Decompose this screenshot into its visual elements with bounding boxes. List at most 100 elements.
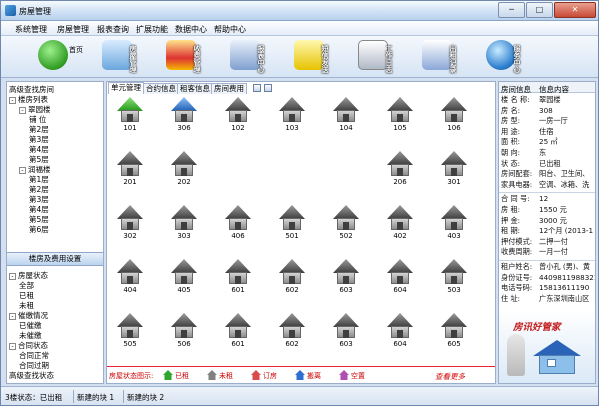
room-tile[interactable]: 403 xyxy=(437,205,471,243)
toolbar-sms-button[interactable]: 短信发送 xyxy=(291,38,339,76)
info-value: 阳台、卫生间、 xyxy=(539,169,590,179)
close-button[interactable]: ✕ xyxy=(554,2,596,18)
settings-panel-title[interactable]: 楼房及费用设置 xyxy=(7,252,103,266)
room-tile[interactable]: 102 xyxy=(221,97,255,135)
menu-extend[interactable]: 扩展功能 xyxy=(136,24,168,35)
info-key: 用 途: xyxy=(501,126,521,136)
toolbar-report-label: 报表中心 xyxy=(257,45,265,73)
toolbar-report-button[interactable]: 报表中心 xyxy=(227,38,275,76)
info-value: 3000 元 xyxy=(539,215,567,225)
room-tile[interactable]: 303 xyxy=(167,205,201,243)
toolbar-pay-button[interactable]: 出租记录 xyxy=(419,38,467,76)
room-tile[interactable]: 601 xyxy=(221,313,255,351)
room-number: 101 xyxy=(123,124,137,132)
room-number: 403 xyxy=(447,232,461,240)
tab-contract[interactable]: 合约信息 xyxy=(143,83,179,94)
room-tile[interactable]: 202 xyxy=(167,151,201,189)
room-tile[interactable]: 104 xyxy=(329,97,363,135)
room-number: 102 xyxy=(231,124,245,132)
room-tile[interactable]: 402 xyxy=(383,205,417,243)
maximize-button[interactable]: □ xyxy=(526,2,553,18)
menu-system[interactable]: 系统管理 xyxy=(15,24,47,35)
minimize-button[interactable]: ─ xyxy=(498,2,525,18)
toolbar-home-button[interactable]: 首页 xyxy=(35,38,83,76)
status-tree-item[interactable]: 高级查找状态 xyxy=(9,370,54,381)
room-tile[interactable]: 601 xyxy=(221,259,255,297)
info-separator xyxy=(499,192,595,194)
toolbar-house-button[interactable]: 房屋管理 xyxy=(99,38,147,76)
menu-data[interactable]: 数据中心 xyxy=(175,24,207,35)
room-number: 603 xyxy=(339,340,353,348)
house-door xyxy=(181,276,187,284)
tab-unit-manage[interactable]: 单元管理 xyxy=(108,82,144,94)
toolbar-money-button[interactable]: 收费管理 xyxy=(163,38,211,76)
room-tile[interactable]: 603 xyxy=(329,313,363,351)
toolbar-log-button[interactable]: 工作日志 xyxy=(355,38,403,76)
room-tile[interactable]: 105 xyxy=(383,97,417,135)
tree-expander-icon[interactable]: - xyxy=(9,96,16,104)
room-tile[interactable]: 605 xyxy=(437,313,471,351)
room-tile[interactable]: 503 xyxy=(437,259,471,297)
menu-report[interactable]: 报表查询 xyxy=(97,24,129,35)
room-tile[interactable]: 602 xyxy=(275,259,309,297)
info-value: 12个月 (2013-1 xyxy=(539,226,594,236)
house-icon xyxy=(171,151,197,165)
info-value: 15813611190 xyxy=(539,283,590,293)
room-tile[interactable]: 302 xyxy=(113,205,147,243)
info-value: 308 xyxy=(539,105,553,115)
info-key: 房间配套: xyxy=(501,169,533,179)
room-number: 503 xyxy=(447,286,461,294)
house-door xyxy=(181,222,187,230)
room-tile[interactable]: 506 xyxy=(167,313,201,351)
tab-room-fee[interactable]: 房间费用 xyxy=(211,83,247,94)
building-tree-label: 润福楼 xyxy=(28,165,51,174)
tree-expander-icon[interactable]: - xyxy=(9,272,16,280)
legend-item: 空置 xyxy=(339,370,371,382)
menu-house[interactable]: 房屋管理 xyxy=(57,24,89,35)
tab-tenant[interactable]: 租客信息 xyxy=(177,83,213,94)
room-tile[interactable]: 404 xyxy=(113,259,147,297)
tree-expander-icon[interactable]: - xyxy=(19,106,26,114)
info-value: 一月一付 xyxy=(539,247,568,257)
toolbar-server-button[interactable]: 服务中心 xyxy=(483,38,531,76)
room-tile[interactable]: 201 xyxy=(113,151,147,189)
list-view-icon[interactable] xyxy=(264,84,272,92)
room-tile[interactable]: 206 xyxy=(383,151,417,189)
building-tree-item[interactable]: 第6层 xyxy=(29,224,49,235)
room-tile[interactable]: 602 xyxy=(275,313,309,351)
tree-expander-icon[interactable]: - xyxy=(9,342,16,350)
room-tile[interactable]: 103 xyxy=(275,97,309,135)
room-tile[interactable]: 501 xyxy=(275,205,309,243)
room-tile[interactable]: 406 xyxy=(221,205,255,243)
view-more-link[interactable]: 查看更多 xyxy=(435,371,465,382)
room-number: 602 xyxy=(285,340,299,348)
room-tile[interactable]: 106 xyxy=(437,97,471,135)
menu-help[interactable]: 帮助中心 xyxy=(214,24,246,35)
room-tile[interactable]: 306 xyxy=(167,97,201,135)
toolbar-server-label: 服务中心 xyxy=(513,45,521,73)
room-tile[interactable]: 502 xyxy=(329,205,363,243)
room-tile[interactable]: 604 xyxy=(383,313,417,351)
legend-house-icon xyxy=(207,370,217,380)
house-icon xyxy=(333,313,359,327)
toolbar: 首页 房屋管理 收费管理 报表中心 短信发送 工作日志 出租记录 服务中心 xyxy=(1,36,598,78)
room-tile[interactable]: 604 xyxy=(383,259,417,297)
house-icon xyxy=(387,313,413,327)
room-tile[interactable]: 505 xyxy=(113,313,147,351)
mascot-icon xyxy=(507,334,525,376)
room-tile[interactable]: 101 xyxy=(113,97,147,135)
house-icon xyxy=(441,313,467,327)
tree-expander-icon[interactable]: - xyxy=(19,166,26,174)
room-number: 506 xyxy=(177,340,191,348)
room-tile[interactable]: 405 xyxy=(167,259,201,297)
info-row: 面 积: 25 ㎡ xyxy=(501,137,595,147)
large-icon-view-icon[interactable] xyxy=(253,84,261,92)
info-row: 收费周期: 一月一付 xyxy=(501,247,595,257)
room-tile[interactable]: 301 xyxy=(437,151,471,189)
room-tile[interactable]: 603 xyxy=(329,259,363,297)
toolbar-house-label: 房屋管理 xyxy=(129,45,137,73)
tree-expander-icon[interactable]: - xyxy=(9,312,16,320)
legend-label: 搬离 xyxy=(307,372,321,380)
building-tree-label: 第4层 xyxy=(29,145,49,154)
info-row: 状 态: 已出租 xyxy=(501,159,595,169)
